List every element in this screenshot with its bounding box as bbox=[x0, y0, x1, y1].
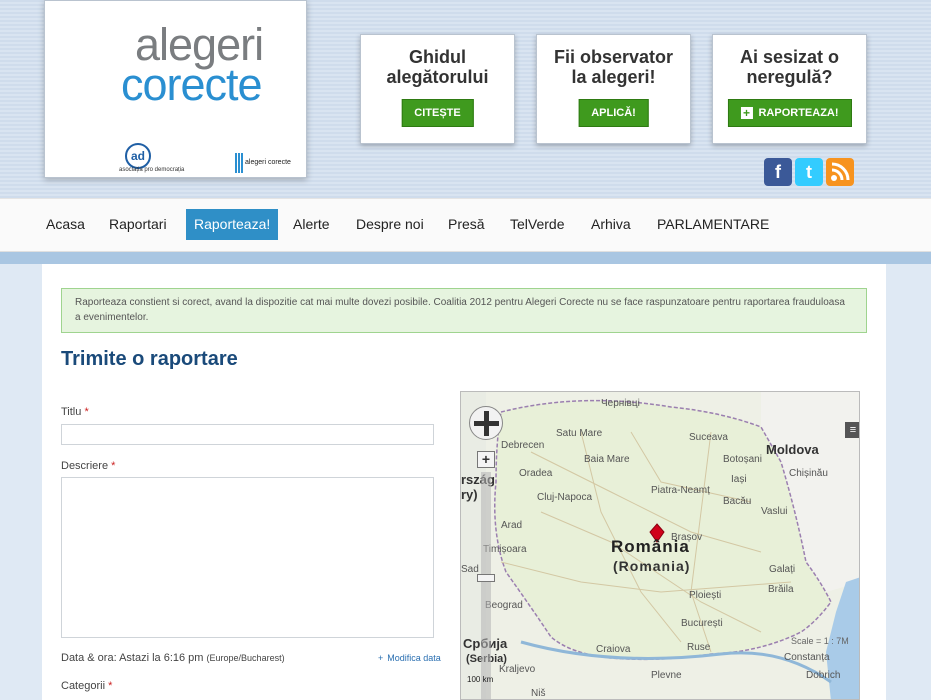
nav-telverde[interactable]: TelVerde bbox=[502, 209, 572, 240]
required-mark: * bbox=[84, 406, 89, 418]
titlu-input[interactable] bbox=[61, 424, 434, 445]
promo-neregula: Ai sesizat o neregulă? + RAPORTEAZA! bbox=[712, 34, 867, 144]
map-city: Dobrich bbox=[806, 670, 841, 681]
map-city: Chișinău bbox=[789, 468, 828, 479]
map-city: Debrecen bbox=[501, 440, 545, 451]
zoom-slider-handle[interactable] bbox=[477, 574, 495, 582]
promo-observator: Fii observator la alegeri! APLICĂ! bbox=[536, 34, 691, 144]
apd-logo-icon: ad bbox=[125, 143, 151, 169]
raporteaza-button[interactable]: + RAPORTEAZA! bbox=[727, 99, 852, 127]
map-city: Botoșani bbox=[723, 454, 762, 465]
map-city: Niš bbox=[531, 688, 546, 699]
map-city: Vaslui bbox=[761, 506, 788, 517]
map-city: Ploiești bbox=[689, 590, 722, 601]
citeste-button[interactable]: CITEȘTE bbox=[401, 99, 474, 127]
map-city: Oradea bbox=[519, 468, 553, 479]
notice-box: Raporteaza constient si corect, avand la… bbox=[61, 288, 867, 333]
pan-arm bbox=[474, 421, 499, 426]
categorii-label: Categorii * bbox=[61, 680, 112, 692]
zoom-track[interactable] bbox=[481, 472, 491, 699]
main-content: Raporteaza constient si corect, avand la… bbox=[42, 264, 886, 700]
logo-line-2: corecte bbox=[121, 59, 263, 110]
map-city: Baia Mare bbox=[584, 454, 630, 465]
titlu-label: Titlu * bbox=[61, 406, 89, 418]
report-location-map[interactable]: România (Romania) Moldova rszág ry) Срби… bbox=[460, 391, 860, 700]
nav-parlamentare[interactable]: PARLAMENTARE bbox=[649, 209, 777, 240]
date-timezone: (Europe/Bucharest) bbox=[206, 653, 285, 663]
map-neighbor-hungary-2: ry) bbox=[461, 487, 478, 502]
promo-ghidul: Ghidul alegătorului CITEȘTE bbox=[360, 34, 515, 144]
promo-title-line2: alegătorului bbox=[386, 67, 489, 87]
site-logo[interactable]: alegeri corecte ad asociația pro democra… bbox=[44, 0, 307, 178]
map-city: Craiova bbox=[596, 644, 631, 655]
plus-icon: + bbox=[378, 653, 384, 663]
map-city: Plevne bbox=[651, 670, 682, 681]
map-scale-label: Scale = 1 : 7M bbox=[791, 636, 849, 646]
promo-title-line1: Ai sesizat o bbox=[739, 47, 840, 67]
map-city: Cluj-Napoca bbox=[537, 492, 593, 503]
descriere-label-text: Descriere bbox=[61, 460, 109, 472]
modify-date-label: Modifica data bbox=[387, 653, 441, 663]
map-city: Чернівці bbox=[601, 398, 640, 409]
twitter-icon[interactable]: t bbox=[795, 158, 823, 186]
required-mark: * bbox=[111, 460, 116, 472]
small-logo-text: alegeri corecte bbox=[245, 159, 291, 166]
promo-title-line1: Ghidul bbox=[409, 47, 466, 67]
facebook-icon[interactable]: f bbox=[764, 158, 792, 186]
plus-icon: + bbox=[740, 107, 753, 119]
nav-alerte[interactable]: Alerte bbox=[285, 209, 338, 240]
map-city: Constanța bbox=[784, 652, 830, 663]
rss-icon[interactable] bbox=[826, 158, 854, 186]
map-city: Galați bbox=[769, 564, 796, 575]
map-pan-control[interactable] bbox=[469, 406, 503, 440]
map-city: Arad bbox=[501, 520, 523, 531]
descriere-label: Descriere * bbox=[61, 460, 115, 472]
categorii-label-text: Categorii bbox=[61, 680, 106, 692]
map-city: Iași bbox=[731, 474, 747, 485]
nav-stripe bbox=[0, 252, 931, 264]
promo-title: Fii observator la alegeri! bbox=[537, 47, 690, 87]
aplica-button[interactable]: APLICĂ! bbox=[578, 99, 649, 127]
map-city: Satu Mare bbox=[556, 428, 603, 439]
raporteaza-button-label: RAPORTEAZA! bbox=[758, 107, 839, 119]
map-city: Piatra-Neamț bbox=[651, 485, 710, 496]
map-country-sub-label: (Romania) bbox=[613, 558, 691, 574]
nav-arhiva[interactable]: Arhiva bbox=[583, 209, 639, 240]
map-city: Bacău bbox=[723, 496, 752, 507]
map-city: Brăila bbox=[768, 584, 794, 595]
bars-icon bbox=[235, 153, 243, 173]
promo-title: Ai sesizat o neregulă? bbox=[713, 47, 866, 87]
layers-icon[interactable]: ≡ bbox=[845, 422, 859, 438]
map-city: Brașov bbox=[671, 532, 703, 543]
map-scale-bar: 100 km bbox=[467, 675, 494, 684]
promo-title-line1: Fii observator bbox=[553, 47, 674, 67]
nav-acasa[interactable]: Acasa bbox=[38, 209, 93, 240]
map-city: Suceava bbox=[689, 432, 728, 443]
alegeri-corecte-small-logo: alegeri corecte bbox=[235, 153, 303, 173]
nav-presa[interactable]: Presă bbox=[440, 209, 493, 240]
map-neighbor-moldova: Moldova bbox=[766, 442, 819, 457]
page-title: Trimite o raportare bbox=[61, 348, 238, 370]
zoom-in-icon[interactable]: + bbox=[477, 451, 495, 468]
date-line: Data & ora: Astazi la 6:16 pm (Europe/Bu… bbox=[61, 652, 285, 664]
apd-caption: asociația pro democrația bbox=[119, 167, 185, 173]
descriere-textarea[interactable] bbox=[61, 477, 434, 638]
map-city: Kraljevo bbox=[499, 664, 536, 675]
promo-title-line2: la alegeri! bbox=[571, 67, 656, 87]
nav-raporteaza[interactable]: Raporteaza! bbox=[186, 209, 279, 240]
promo-title-line2: neregulă? bbox=[746, 67, 833, 87]
nav-raportari[interactable]: Raportari bbox=[101, 209, 175, 240]
modify-date-link[interactable]: + Modifica data bbox=[378, 653, 441, 663]
titlu-label-text: Titlu bbox=[61, 406, 82, 418]
required-mark: * bbox=[108, 680, 113, 692]
map-city: Ruse bbox=[687, 642, 711, 653]
nav-despre-noi[interactable]: Despre noi bbox=[348, 209, 432, 240]
main-nav: Acasa Raportari Raporteaza! Alerte Despr… bbox=[0, 198, 931, 252]
promo-title: Ghidul alegătorului bbox=[361, 47, 514, 87]
map-city: București bbox=[681, 618, 723, 629]
date-text: Data & ora: Astazi la 6:16 pm bbox=[61, 652, 204, 664]
